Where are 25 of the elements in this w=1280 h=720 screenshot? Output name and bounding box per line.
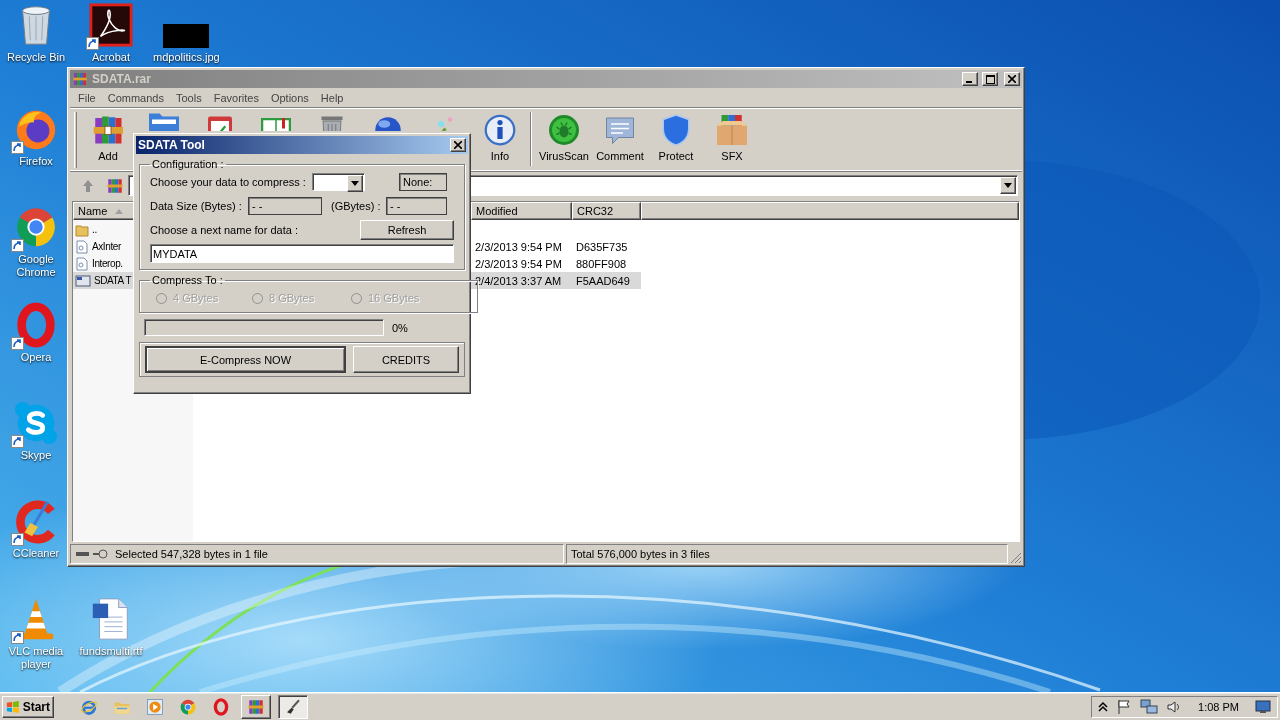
modified-cell-text: 2/3/2013 9:54 PM [474, 257, 563, 270]
crc-cell-text: 880FF908 [575, 257, 628, 270]
file-name: SDATA T [94, 275, 132, 286]
value-display: - - [386, 196, 447, 215]
progress-percent: 0% [392, 321, 408, 334]
window-title: SDATA.rar [92, 72, 152, 86]
value-display: None: [399, 172, 447, 191]
group-label: Configuration : [151, 158, 225, 170]
total-status: Total 576,000 bytes in 3 files [571, 548, 710, 560]
selection-status: Selected 547,328 bytes in 1 file [115, 548, 268, 560]
group-label: Compress To : [151, 274, 224, 286]
modified-cell-text: 2/3/2013 9:54 PM [474, 240, 563, 253]
file-name: Interop. [92, 258, 123, 269]
dialog-title: SDATA Tool [138, 138, 206, 152]
clock: 1:08 PM [1198, 700, 1239, 713]
file-name: AxInter [92, 241, 121, 252]
value-display: - - [248, 196, 322, 215]
modified-cell-text: 2/4/2013 3:37 AM [474, 274, 563, 287]
crc-cell-text: D635F735 [575, 240, 629, 253]
field-label: Data Size (Bytes) : [150, 199, 243, 212]
field-label: (GBytes) : [331, 199, 382, 212]
field-label: Choose a next name for data : [150, 223, 299, 236]
crc-cell-text: F5AAD649 [575, 274, 631, 287]
file-name: .. [92, 224, 97, 235]
field-label: Choose your data to compress : [150, 175, 307, 188]
